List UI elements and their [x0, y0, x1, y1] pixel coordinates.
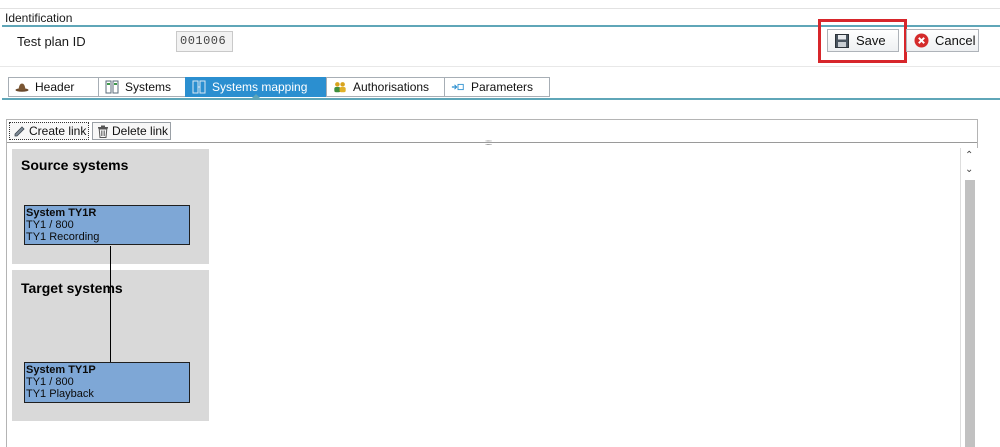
scrollbar-thumb[interactable] — [965, 180, 975, 447]
hat-icon — [15, 80, 29, 94]
target-system-desc: TY1 Playback — [26, 388, 94, 400]
source-system-client: TY1 / 800 — [26, 219, 74, 231]
target-system-node[interactable]: System TY1P TY1 / 800 TY1 Playback — [24, 362, 190, 403]
test-plan-id-label: Test plan ID — [17, 34, 86, 49]
source-system-name: System TY1R — [26, 207, 97, 219]
parameters-icon — [451, 80, 465, 94]
source-system-desc: TY1 Recording — [26, 231, 100, 243]
tab-systems-label: Systems — [125, 80, 172, 94]
scroll-down-icon[interactable]: ⌄ — [965, 164, 973, 175]
source-system-node[interactable]: System TY1R TY1 / 800 TY1 Recording — [24, 205, 190, 245]
tab-bar: Header Systems Systems mapping Authorisa… — [8, 77, 550, 97]
separator — [0, 66, 1000, 67]
vertical-scrollbar[interactable]: ⌃ ⌄ — [960, 148, 978, 447]
test-plan-id-field[interactable]: 001006 — [176, 31, 233, 52]
save-button[interactable]: Save — [827, 29, 899, 52]
users-icon — [333, 80, 347, 94]
target-systems-title: Target systems — [21, 280, 123, 296]
mapping-icon — [192, 80, 206, 94]
tab-underline — [2, 98, 1000, 100]
tab-authorisations[interactable]: Authorisations — [326, 77, 444, 97]
cancel-icon — [913, 33, 929, 49]
create-link-button[interactable]: Create link — [9, 122, 89, 140]
tab-parameters[interactable]: Parameters — [444, 77, 550, 97]
scroll-up-icon[interactable]: ⌃ — [965, 150, 973, 161]
source-systems-title: Source systems — [21, 157, 129, 173]
mapping-toolbar: Create link Delete link ::::: — [7, 120, 977, 147]
section-title: Identification — [5, 11, 73, 25]
target-system-client: TY1 / 800 — [26, 376, 74, 388]
target-system-name: System TY1P — [26, 364, 96, 376]
link-pencil-icon — [13, 125, 26, 138]
systems-icon — [105, 80, 119, 94]
create-link-label: Create link — [29, 124, 87, 138]
mapping-canvas: Source systems Target systems System TY1… — [8, 146, 958, 447]
cancel-label: Cancel — [935, 33, 976, 48]
cancel-button[interactable]: Cancel — [906, 29, 979, 52]
tab-authorisations-label: Authorisations — [353, 80, 430, 94]
tab-header-label: Header — [35, 80, 75, 94]
tab-systems[interactable]: Systems — [98, 77, 185, 97]
delete-link-button[interactable]: Delete link — [92, 122, 171, 140]
floppy-disk-icon — [834, 33, 850, 49]
save-label: Save — [856, 33, 886, 48]
trash-icon — [96, 125, 109, 138]
tab-parameters-label: Parameters — [471, 80, 534, 94]
system-link-line[interactable] — [110, 246, 111, 362]
mapping-panel: Create link Delete link ::::: Source sys… — [6, 119, 978, 447]
top-border — [0, 8, 1000, 9]
tab-header[interactable]: Header — [8, 77, 98, 97]
delete-link-label: Delete link — [112, 124, 169, 138]
tab-systems-mapping-label: Systems mapping — [212, 80, 308, 94]
